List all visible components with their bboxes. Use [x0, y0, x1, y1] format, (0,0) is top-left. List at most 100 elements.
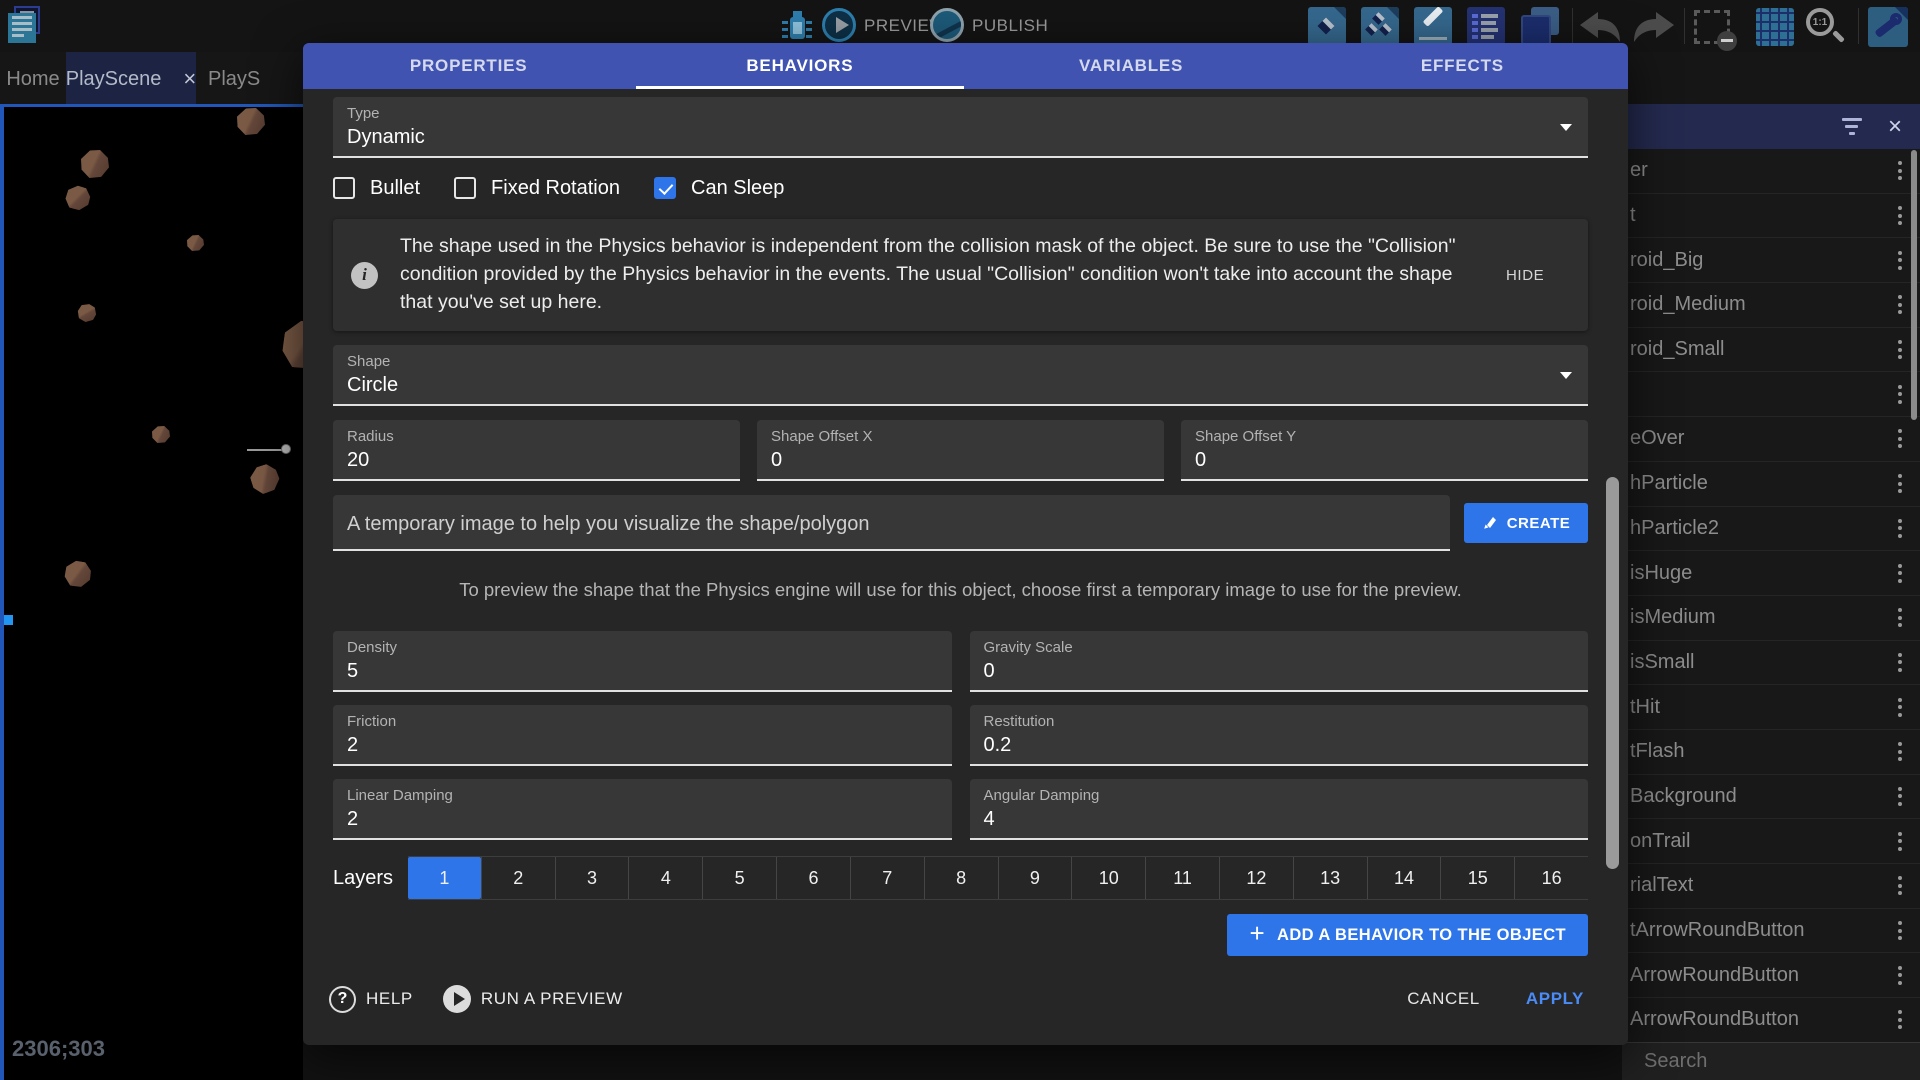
debug-icon[interactable] [782, 9, 812, 43]
list-item[interactable]: roid_Big [1622, 238, 1920, 283]
object-groups-icon[interactable] [1361, 7, 1399, 45]
layer-button-14[interactable]: 14 [1367, 857, 1441, 899]
layers-icon[interactable] [1521, 7, 1559, 45]
close-panel-icon[interactable]: × [1888, 115, 1902, 139]
list-item[interactable]: tArrowRoundButton [1622, 909, 1920, 954]
list-item[interactable]: tFlash [1622, 730, 1920, 775]
item-menu-icon[interactable] [1894, 694, 1906, 721]
layer-button-13[interactable]: 13 [1293, 857, 1367, 899]
item-menu-icon[interactable] [1894, 425, 1906, 452]
list-item[interactable]: hParticle2 [1622, 507, 1920, 552]
item-menu-icon[interactable] [1894, 157, 1906, 184]
tab-playscene[interactable]: PlayScene × [66, 52, 196, 106]
layer-button-2[interactable]: 2 [481, 857, 555, 899]
list-item[interactable]: er [1622, 149, 1920, 194]
item-menu-icon[interactable] [1894, 738, 1906, 765]
project-settings-icon[interactable] [1868, 7, 1908, 47]
layer-button-4[interactable]: 4 [628, 857, 702, 899]
layer-button-6[interactable]: 6 [776, 857, 850, 899]
tab-variables[interactable]: VARIABLES [966, 43, 1297, 89]
item-menu-icon[interactable] [1894, 560, 1906, 587]
tab-playscene-2[interactable]: PlayS [196, 52, 276, 106]
list-item[interactable]: isMedium [1622, 596, 1920, 641]
layer-button-5[interactable]: 5 [702, 857, 776, 899]
layer-button-15[interactable]: 15 [1440, 857, 1514, 899]
list-item[interactable]: roid_Medium [1622, 283, 1920, 328]
layer-button-8[interactable]: 8 [924, 857, 998, 899]
shape-offset-x-field[interactable]: Shape Offset X 0 [757, 420, 1164, 481]
undo-icon[interactable] [1578, 10, 1624, 44]
cancel-button[interactable]: CANCEL [1397, 981, 1490, 1017]
help-button[interactable]: ? HELP [329, 986, 413, 1013]
item-menu-icon[interactable] [1894, 828, 1906, 855]
item-menu-icon[interactable] [1894, 247, 1906, 274]
density-field[interactable]: Density 5 [333, 631, 952, 692]
list-item[interactable]: ArrowRoundButton [1622, 998, 1920, 1043]
close-tab-icon[interactable]: × [183, 68, 196, 90]
gravity-scale-field[interactable]: Gravity Scale 0 [970, 631, 1589, 692]
list-item[interactable]: tHit [1622, 685, 1920, 730]
item-menu-icon[interactable] [1894, 917, 1906, 944]
project-manager-icon[interactable] [0, 0, 50, 52]
shape-offset-y-field[interactable]: Shape Offset Y 0 [1181, 420, 1588, 481]
item-menu-icon[interactable] [1894, 202, 1906, 229]
publish-icon[interactable] [930, 8, 964, 42]
dialog-scrollbar[interactable] [1606, 477, 1619, 869]
item-menu-icon[interactable] [1894, 291, 1906, 318]
radius-field[interactable]: Radius 20 [333, 420, 740, 481]
tab-home[interactable]: Home [0, 52, 66, 106]
publish-label[interactable]: PUBLISH [972, 16, 1048, 36]
preview-icon[interactable] [822, 8, 856, 42]
list-item[interactable]: Background [1622, 775, 1920, 820]
item-menu-icon[interactable] [1894, 1006, 1906, 1033]
zoom-1-1-icon[interactable]: 1:1 [1806, 8, 1846, 48]
can-sleep-checkbox[interactable]: Can Sleep [654, 177, 784, 200]
friction-field[interactable]: Friction 2 [333, 705, 952, 766]
add-object-icon[interactable] [1308, 7, 1346, 45]
clear-selection-icon[interactable] [1694, 10, 1730, 44]
search-input[interactable] [1642, 1049, 1911, 1074]
angular-damping-field[interactable]: Angular Damping 4 [970, 779, 1589, 840]
tab-effects[interactable]: EFFECTS [1297, 43, 1628, 89]
type-select[interactable]: Type Dynamic [333, 97, 1588, 158]
hide-button[interactable]: HIDE [1502, 261, 1548, 290]
item-menu-icon[interactable] [1894, 872, 1906, 899]
item-menu-icon[interactable] [1894, 470, 1906, 497]
item-menu-icon[interactable] [1894, 783, 1906, 810]
list-item[interactable]: t [1622, 194, 1920, 239]
list-item[interactable]: eOver [1622, 417, 1920, 462]
redo-icon[interactable] [1630, 10, 1676, 44]
list-item[interactable] [1622, 372, 1920, 417]
item-menu-icon[interactable] [1894, 515, 1906, 542]
layer-button-16[interactable]: 16 [1514, 857, 1588, 899]
item-menu-icon[interactable] [1894, 649, 1906, 676]
linear-damping-field[interactable]: Linear Damping 2 [333, 779, 952, 840]
grid-icon[interactable] [1756, 8, 1794, 46]
layer-button-11[interactable]: 11 [1145, 857, 1219, 899]
temp-image-field[interactable]: A temporary image to help you visualize … [333, 495, 1450, 551]
panel-scrollbar[interactable] [1911, 150, 1917, 420]
list-item[interactable]: ArrowRoundButton [1622, 953, 1920, 998]
layer-button-10[interactable]: 10 [1071, 857, 1145, 899]
tab-behaviors[interactable]: BEHAVIORS [634, 43, 965, 89]
tab-properties[interactable]: PROPERTIES [303, 43, 634, 89]
list-item[interactable]: onTrail [1622, 819, 1920, 864]
joint-handle[interactable] [281, 444, 291, 454]
list-item[interactable]: rialText [1622, 864, 1920, 909]
item-menu-icon[interactable] [1894, 604, 1906, 631]
edit-scene-icon[interactable] [1414, 7, 1452, 45]
restitution-field[interactable]: Restitution 0.2 [970, 705, 1589, 766]
list-item[interactable]: roid_Small [1622, 328, 1920, 373]
layer-button-3[interactable]: 3 [555, 857, 629, 899]
bullet-checkbox[interactable]: Bullet [333, 177, 420, 200]
create-button[interactable]: CREATE [1464, 503, 1588, 543]
scene-canvas[interactable]: 2306;303 [0, 104, 303, 1080]
list-item[interactable]: isHuge [1622, 551, 1920, 596]
shape-select[interactable]: Shape Circle [333, 345, 1588, 406]
layer-button-1[interactable]: 1 [408, 857, 481, 899]
item-menu-icon[interactable] [1894, 962, 1906, 989]
apply-button[interactable]: APPLY [1522, 981, 1588, 1017]
layer-button-12[interactable]: 12 [1219, 857, 1293, 899]
item-menu-icon[interactable] [1894, 381, 1906, 408]
layer-button-7[interactable]: 7 [850, 857, 924, 899]
